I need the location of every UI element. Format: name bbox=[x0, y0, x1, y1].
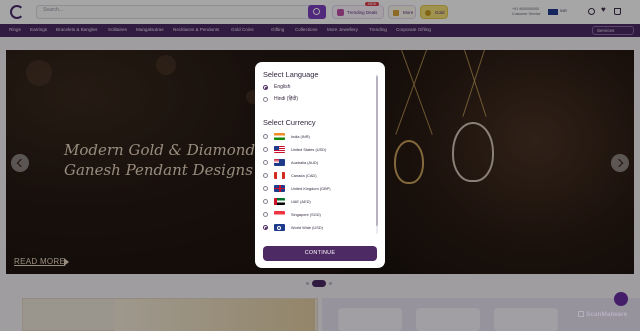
radio-unselected[interactable] bbox=[263, 199, 268, 204]
modal-scrollbar-thumb[interactable] bbox=[376, 76, 378, 226]
currency-option-aud[interactable]: Australia (AUD) bbox=[263, 159, 369, 167]
currency-option-label: Australia (AUD) bbox=[291, 160, 319, 165]
language-option-english[interactable]: English bbox=[263, 84, 369, 92]
radio-selected[interactable] bbox=[263, 225, 268, 230]
uk-flag-icon bbox=[274, 185, 285, 192]
language-option-hindi[interactable]: Hindi (हिंदी) bbox=[263, 96, 369, 104]
radio-unselected[interactable] bbox=[263, 173, 268, 178]
currency-option-label: Singapore (SGD) bbox=[291, 212, 321, 217]
language-option-label: English bbox=[274, 84, 291, 90]
currency-option-label: Canada (CAD) bbox=[291, 173, 317, 178]
radio-unselected[interactable] bbox=[263, 186, 268, 191]
india-flag-icon bbox=[274, 133, 285, 140]
currency-option-label: United Kingdom (GBP) bbox=[291, 186, 331, 191]
currency-option-cad[interactable]: Canada (CAD) bbox=[263, 172, 369, 180]
currency-option-usd[interactable]: United States (USD) bbox=[263, 146, 369, 154]
continue-button[interactable]: CONTINUE bbox=[263, 246, 377, 261]
language-option-label: Hindi (हिंदी) bbox=[274, 96, 299, 102]
currency-option-label: World Wide (USD) bbox=[291, 225, 323, 230]
watermark-logo-icon bbox=[578, 311, 584, 317]
us-flag-icon bbox=[274, 146, 285, 153]
currency-option-worldwide-usd[interactable]: World Wide (USD) bbox=[263, 224, 369, 232]
singapore-flag-icon bbox=[274, 211, 285, 218]
radio-selected[interactable] bbox=[263, 85, 268, 90]
currency-option-label: United States (USD) bbox=[291, 147, 327, 152]
currency-option-gbp[interactable]: United Kingdom (GBP) bbox=[263, 185, 369, 193]
language-currency-modal: Select Language English Hindi (हिंदी) Se… bbox=[255, 62, 385, 268]
radio-unselected[interactable] bbox=[263, 134, 268, 139]
world-flag-icon bbox=[274, 224, 285, 231]
currency-option-sgd[interactable]: Singapore (SGD) bbox=[263, 211, 369, 219]
currency-option-aed[interactable]: UAE (AED) bbox=[263, 198, 369, 206]
australia-flag-icon bbox=[274, 159, 285, 166]
radio-unselected[interactable] bbox=[263, 212, 268, 217]
currency-option-inr[interactable]: India (INR) bbox=[263, 133, 369, 141]
uae-flag-icon bbox=[274, 198, 285, 205]
watermark: ScanMalware bbox=[578, 311, 627, 318]
radio-unselected[interactable] bbox=[263, 97, 268, 102]
select-language-heading: Select Language bbox=[263, 70, 319, 79]
watermark-text: ScanMalware bbox=[586, 311, 628, 318]
canada-flag-icon bbox=[274, 172, 285, 179]
radio-unselected[interactable] bbox=[263, 160, 268, 165]
select-currency-heading: Select Currency bbox=[263, 118, 316, 127]
currency-option-label: India (INR) bbox=[291, 134, 310, 139]
radio-unselected[interactable] bbox=[263, 147, 268, 152]
modal-scrollbar[interactable] bbox=[376, 74, 378, 234]
currency-option-label: UAE (AED) bbox=[291, 199, 311, 204]
